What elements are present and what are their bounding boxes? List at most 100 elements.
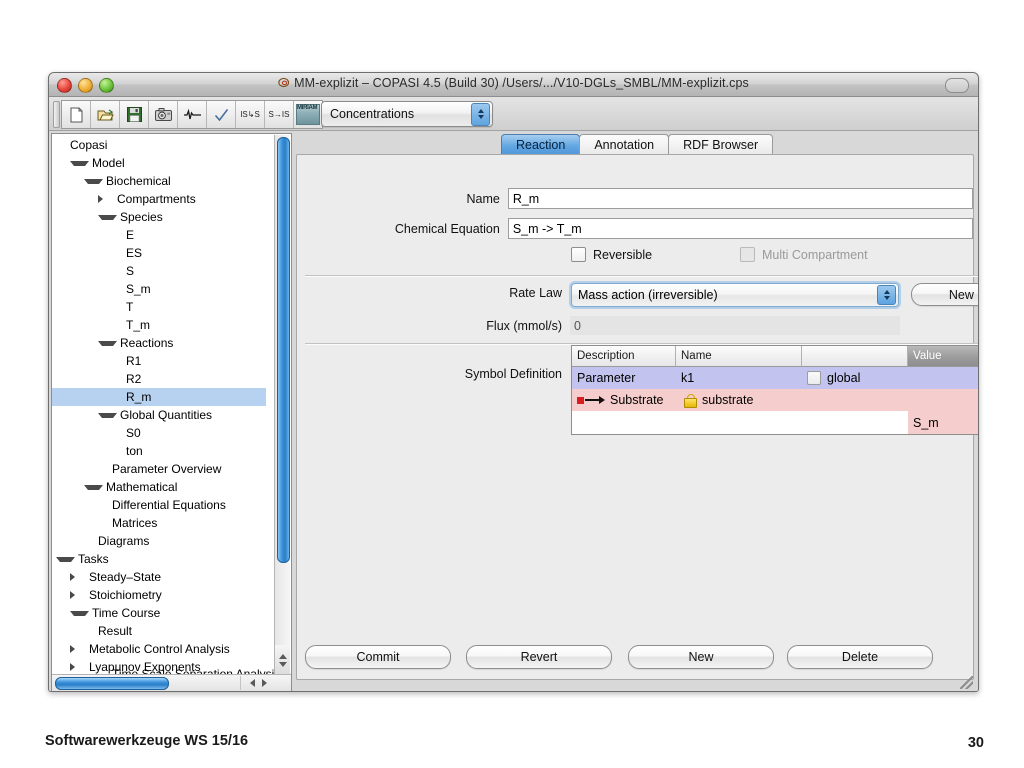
reversible-row[interactable]: Reversible (571, 247, 652, 262)
sidebar-item-ton[interactable]: ton (52, 442, 266, 460)
sidebar-item-parameter-overview[interactable]: Parameter Overview (52, 460, 266, 478)
column-header-blank[interactable] (802, 346, 908, 367)
sidebar-item-diagrams[interactable]: Diagrams (52, 532, 266, 550)
table-row[interactable]: Parameter k1 global 0.1 1/s (572, 367, 978, 389)
sidebar-item-reactions[interactable]: Reactions (52, 334, 266, 352)
is-to-s-button[interactable]: IS↳S (236, 101, 265, 128)
chevron-down-icon[interactable] (70, 610, 89, 616)
model-tree[interactable]: Copasi Model Biochemical Compartments Specie… (52, 134, 266, 676)
scroll-up-icon[interactable] (278, 653, 287, 659)
tree-hscroll-thumb[interactable] (55, 677, 169, 690)
reversible-checkbox[interactable] (571, 247, 586, 262)
name-input[interactable]: R_m (507, 188, 973, 209)
window-title-bar[interactable]: MM-explizit – COPASI 4.5 (Build 30) /Use… (49, 73, 978, 97)
chevron-down-icon[interactable] (56, 556, 75, 562)
sidebar-item-biochemical[interactable]: Biochemical (52, 172, 266, 190)
scroll-right-icon[interactable] (261, 679, 267, 687)
save-file-button[interactable] (120, 101, 149, 128)
plot-button[interactable] (178, 101, 207, 128)
column-header-name[interactable]: Name (676, 346, 802, 367)
sidebar-item-compartments[interactable]: Compartments (52, 190, 266, 208)
chevron-right-icon[interactable] (70, 591, 86, 599)
revert-button[interactable]: Revert (466, 645, 612, 669)
table-header-row[interactable]: DescriptionNameValueUnit (572, 346, 978, 367)
sidebar-item-differential-equations[interactable]: Differential Equations (52, 496, 266, 514)
sidebar-item-r-m[interactable]: R_m (52, 388, 266, 406)
toolbar-toggle-button[interactable] (945, 78, 969, 93)
sidebar-item-model[interactable]: Model (52, 154, 266, 172)
sidebar-item-mathematical[interactable]: Mathematical (52, 478, 266, 496)
sidebar-item-time-course[interactable]: Time Course (52, 604, 266, 622)
scroll-left-icon[interactable] (249, 679, 255, 687)
new-rate-law-button[interactable]: New Rate Law (911, 283, 978, 306)
new-file-button[interactable] (62, 101, 91, 128)
rate-law-selector[interactable]: Mass action (irreversible) (571, 283, 899, 307)
chevron-down-icon[interactable] (98, 340, 117, 346)
unit-selector-value: Concentrations (330, 107, 415, 121)
chevron-right-icon[interactable] (98, 195, 114, 203)
tab-reaction[interactable]: Reaction (501, 134, 581, 155)
column-header-description[interactable]: Description (572, 346, 676, 367)
chevron-down-icon[interactable] (70, 160, 89, 166)
editor-tab-strip[interactable]: Reaction Annotation RDF Browser (501, 133, 774, 155)
sidebar-item-s-m[interactable]: S_m (52, 280, 266, 298)
chevron-down-icon[interactable] (98, 214, 117, 220)
sidebar-item-label: ES (126, 246, 143, 260)
delete-button[interactable]: Delete (787, 645, 933, 669)
row-value[interactable]: 0.1 (908, 367, 978, 389)
rate-law-chevron-icon[interactable] (877, 285, 896, 305)
table-row[interactable]: S_m (572, 411, 978, 434)
sidebar-item-r1[interactable]: R1 (52, 352, 266, 370)
tab-rdf-browser[interactable]: RDF Browser (668, 134, 774, 155)
chevron-down-icon[interactable] (98, 412, 117, 418)
chevron-right-icon[interactable] (70, 645, 86, 653)
tree-hscroll-arrows[interactable] (240, 676, 275, 690)
sidebar-item-s0[interactable]: S0 (52, 424, 266, 442)
chevron-updown-icon[interactable] (471, 102, 490, 126)
chevron-down-icon[interactable] (84, 484, 103, 490)
toolbar-grip[interactable] (53, 101, 60, 128)
sidebar-item-t-m[interactable]: T_m (52, 316, 266, 334)
sidebar-item-global-quantities[interactable]: Global Quantities (52, 406, 266, 424)
miriam-button[interactable]: MIRIAM (294, 101, 322, 128)
open-file-button[interactable] (91, 101, 120, 128)
s-to-is-button[interactable]: S→IS (265, 101, 294, 128)
multi-compartment-row: Multi Compartment (740, 247, 868, 262)
tree-vscroll-thumb[interactable] (277, 137, 290, 563)
tree-vscroll-arrows[interactable] (274, 645, 290, 675)
sidebar-item-e[interactable]: E (52, 226, 266, 244)
sidebar-item-species[interactable]: Species (52, 208, 266, 226)
chevron-right-icon[interactable] (70, 573, 86, 581)
row-value[interactable]: S_m (908, 411, 978, 434)
sidebar-item-result[interactable]: Result (52, 622, 266, 640)
check-button[interactable] (207, 101, 236, 128)
sidebar-item-stoichiometry[interactable]: Stoichiometry (52, 586, 266, 604)
tree-horizontal-scrollbar[interactable] (52, 674, 291, 691)
sidebar-item-es[interactable]: ES (52, 244, 266, 262)
sidebar-item-matrices[interactable]: Matrices (52, 514, 266, 532)
table-row[interactable]: Substrate substrate mmol/ml (572, 389, 978, 411)
sidebar-item-t[interactable]: T (52, 298, 266, 316)
sidebar-item-s[interactable]: S (52, 262, 266, 280)
row-value[interactable] (908, 389, 978, 411)
commit-button[interactable]: Commit (305, 645, 451, 669)
column-header-value[interactable]: Value (908, 346, 978, 367)
row-scope[interactable]: global (802, 367, 908, 389)
scroll-down-icon[interactable] (278, 661, 287, 667)
tab-annotation[interactable]: Annotation (579, 134, 670, 155)
sidebar-item-tasks[interactable]: Tasks (52, 550, 266, 568)
sidebar-item-metabolic-control-analysis[interactable]: Metabolic Control Analysis (52, 640, 266, 658)
s-to-is-icon: S→IS (268, 109, 290, 119)
sidebar-item-steady-state[interactable]: Steady–State (52, 568, 266, 586)
chemical-equation-input[interactable]: S_m -> T_m (507, 218, 973, 239)
sidebar-item-copasi[interactable]: Copasi (52, 136, 266, 154)
chevron-down-icon[interactable] (84, 178, 103, 184)
tree-vertical-scrollbar[interactable] (274, 135, 290, 657)
unit-selector[interactable]: Concentrations (321, 101, 493, 127)
symbol-definition-table[interactable]: DescriptionNameValueUnit Parameter k1 gl… (571, 345, 978, 435)
screenshot-button[interactable] (149, 101, 178, 128)
new-button[interactable]: New (628, 645, 774, 669)
sidebar-item-r2[interactable]: R2 (52, 370, 266, 388)
window-resize-grip[interactable] (960, 676, 973, 689)
global-checkbox[interactable] (807, 371, 821, 385)
